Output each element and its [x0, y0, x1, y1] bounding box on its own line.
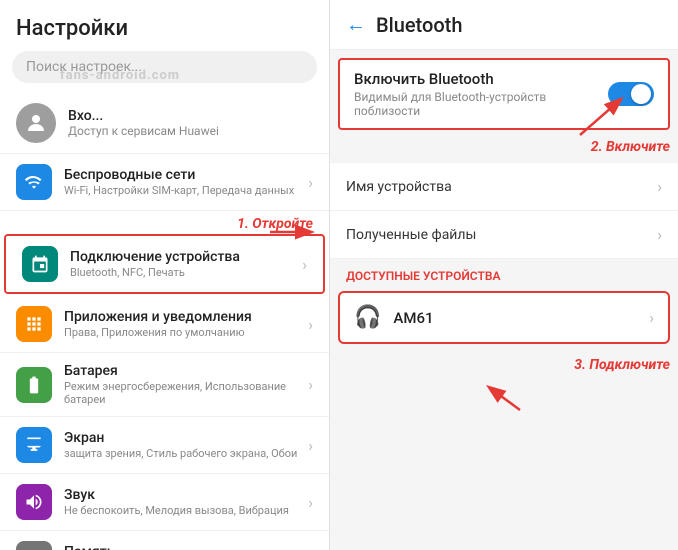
device-am61-name: AM61: [393, 309, 649, 327]
apps-text: Приложения и уведомления Права, Приложен…: [64, 309, 252, 339]
display-chevron: ›: [308, 436, 313, 455]
device-name-item[interactable]: Имя устройства ›: [330, 163, 678, 211]
display-icon: [16, 427, 52, 463]
device-name-chevron: ›: [657, 177, 662, 196]
battery-text: Батарея Режим энергосбережения, Использо…: [64, 363, 308, 406]
display-sub: защита зрения, Стиль рабочего экрана, Об…: [64, 447, 297, 460]
bt-enable-label: Включить Bluetooth: [354, 70, 608, 88]
step3-label: 3. Подключите: [574, 357, 670, 373]
device-am61-card[interactable]: 🎧 AM61 ›: [338, 291, 670, 344]
device-connect-sub: Bluetooth, NFC, Печать: [70, 266, 240, 279]
account-row[interactable]: Вхо... Доступ к сервисам Huawei: [0, 93, 329, 154]
bluetooth-right-panel: ← Bluetooth Включить Bluetooth Видимый д…: [330, 0, 678, 550]
battery-sub: Режим энергосбережения, Использование ба…: [64, 380, 308, 406]
device-name-label: Имя устройства: [346, 179, 657, 195]
bt-enable-sub: Видимый для Bluetooth-устройств поблизос…: [354, 90, 608, 118]
device-connect-icon: [22, 246, 58, 282]
headphone-icon: 🎧: [354, 305, 381, 330]
bluetooth-toggle[interactable]: [608, 82, 654, 106]
storage-title: Память: [64, 544, 192, 550]
settings-item-device-connect[interactable]: Подключение устройства Bluetooth, NFC, П…: [4, 234, 325, 294]
battery-title: Батарея: [64, 363, 308, 379]
device-connect-chevron: ›: [302, 255, 307, 274]
bt-enable-text: Включить Bluetooth Видимый для Bluetooth…: [354, 70, 608, 118]
battery-chevron: ›: [308, 375, 313, 394]
search-bar[interactable]: Поиск настроек...: [12, 51, 317, 83]
wireless-chevron: ›: [308, 173, 313, 192]
settings-item-sound[interactable]: Звук Не беспокоить, Мелодия вызова, Вибр…: [0, 474, 329, 531]
wireless-icon: [16, 164, 52, 200]
settings-left-panel: Настройки Поиск настроек... Вхо... Досту…: [0, 0, 330, 550]
step2-label: 2. Включите: [591, 139, 670, 155]
sound-icon: [16, 484, 52, 520]
right-list-section: Имя устройства › Полученные файлы ›: [330, 163, 678, 259]
apps-title: Приложения и уведомления: [64, 309, 252, 325]
settings-item-display[interactable]: Экран защита зрения, Стиль рабочего экра…: [0, 417, 329, 474]
avatar: [16, 103, 56, 143]
wireless-sub: Wi-Fi, Настройки SIM-карт, Передача данн…: [64, 184, 294, 197]
settings-item-battery[interactable]: Батарея Режим энергосбережения, Использо…: [0, 353, 329, 417]
sound-text: Звук Не беспокоить, Мелодия вызова, Вибр…: [64, 487, 289, 517]
settings-list: Беспроводные сети Wi-Fi, Настройки SIM-к…: [0, 154, 329, 550]
device-connect-text: Подключение устройства Bluetooth, NFC, П…: [70, 249, 240, 279]
settings-item-storage[interactable]: Память Память, Очистка памяти ›: [0, 531, 329, 550]
back-arrow-icon[interactable]: ←: [346, 12, 366, 37]
sound-sub: Не беспокоить, Мелодия вызова, Вибрация: [64, 504, 289, 517]
search-placeholder: Поиск настроек...: [26, 59, 142, 75]
wireless-title: Беспроводные сети: [64, 167, 294, 183]
settings-title: Настройки: [0, 0, 329, 51]
bt-enable-row: Включить Bluetooth Видимый для Bluetooth…: [354, 70, 654, 118]
account-info: Вхо... Доступ к сервисам Huawei: [68, 108, 219, 138]
display-title: Экран: [64, 430, 297, 446]
sound-chevron: ›: [308, 493, 313, 512]
device-connect-title: Подключение устройства: [70, 249, 240, 265]
sound-title: Звук: [64, 487, 289, 503]
apps-sub: Права, Приложения по умолчанию: [64, 326, 252, 339]
step1-label: 1. Откройте: [237, 216, 313, 232]
wireless-text: Беспроводные сети Wi-Fi, Настройки SIM-к…: [64, 167, 294, 197]
apps-chevron: ›: [308, 315, 313, 334]
account-sub: Доступ к сервисам Huawei: [68, 124, 219, 138]
settings-item-wireless[interactable]: Беспроводные сети Wi-Fi, Настройки SIM-к…: [0, 154, 329, 211]
toggle-knob: [631, 84, 651, 104]
storage-text: Память Память, Очистка памяти: [64, 544, 192, 550]
received-files-label: Полученные файлы: [346, 227, 657, 243]
device-am61-chevron: ›: [649, 308, 654, 327]
right-header: ← Bluetooth: [330, 0, 678, 50]
storage-icon: [16, 541, 52, 550]
settings-item-apps[interactable]: Приложения и уведомления Права, Приложен…: [0, 296, 329, 353]
available-section-header: ДОСТУПНЫЕ УСТРОЙСТВА: [330, 259, 678, 287]
account-name: Вхо...: [68, 108, 219, 124]
battery-icon: [16, 367, 52, 403]
right-title: Bluetooth: [376, 13, 462, 37]
apps-icon: [16, 306, 52, 342]
display-text: Экран защита зрения, Стиль рабочего экра…: [64, 430, 297, 460]
bluetooth-enable-card: Включить Bluetooth Видимый для Bluetooth…: [338, 58, 670, 130]
received-files-item[interactable]: Полученные файлы ›: [330, 211, 678, 259]
received-files-chevron: ›: [657, 225, 662, 244]
